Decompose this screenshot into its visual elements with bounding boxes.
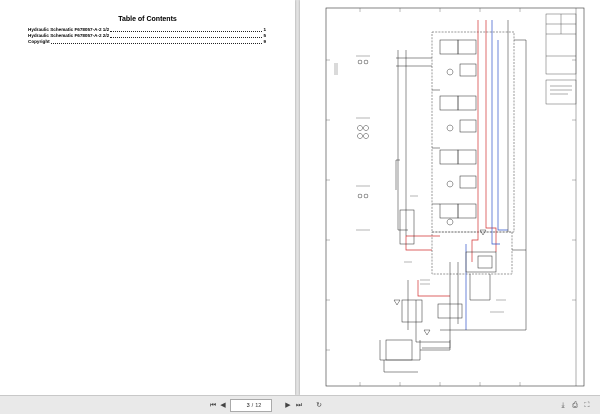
- viewer-toolbar: ⏮ ◀ / 12 ▶ ⏭ ↻ ⤓ ⎙ ⛶: [0, 395, 600, 414]
- print-icon[interactable]: ⎙: [570, 400, 580, 410]
- toc-entry[interactable]: Copyright 9: [28, 39, 266, 45]
- hydraulic-schematic-drawing: [325, 7, 585, 387]
- last-page-icon[interactable]: ⏭: [294, 400, 304, 410]
- toc-leader-dots: [50, 42, 263, 44]
- schematic-frame: [325, 7, 585, 387]
- toc-title: Table of Contents: [118, 16, 177, 23]
- component-symbols: [357, 59, 487, 336]
- valve-spool-sections: [385, 39, 497, 361]
- first-page-icon[interactable]: ⏮: [208, 400, 218, 410]
- toc-entry-title[interactable]: Copyright: [28, 39, 50, 45]
- page-separator: /: [251, 402, 254, 409]
- pressure-lines-red: [405, 20, 497, 297]
- current-page-input[interactable]: [240, 402, 250, 409]
- document-page-hydraulic-schematic: [300, 0, 600, 395]
- rotate-icon[interactable]: ↻: [314, 400, 324, 410]
- return-lines-blue: [465, 20, 508, 330]
- toc-entry-page: 9: [263, 39, 266, 44]
- toc-leader-dots: [110, 30, 263, 32]
- title-block: [545, 13, 577, 105]
- next-page-icon[interactable]: ▶: [283, 400, 293, 410]
- toc-list: Hydraulic Schematic F678057-A-2 1/2 1 Hy…: [28, 27, 266, 45]
- annotation-marks: [334, 55, 506, 313]
- document-page-table-of-contents: Table of Contents Hydraulic Schematic F6…: [0, 0, 295, 395]
- toc-leader-dots: [110, 36, 263, 38]
- fullscreen-icon[interactable]: ⛶: [582, 400, 592, 410]
- previous-page-icon[interactable]: ◀: [218, 400, 228, 410]
- total-pages: 12: [255, 402, 262, 409]
- download-icon[interactable]: ⤓: [558, 400, 568, 410]
- page-indicator: / 12: [230, 399, 272, 412]
- frame-ticks: [326, 8, 576, 386]
